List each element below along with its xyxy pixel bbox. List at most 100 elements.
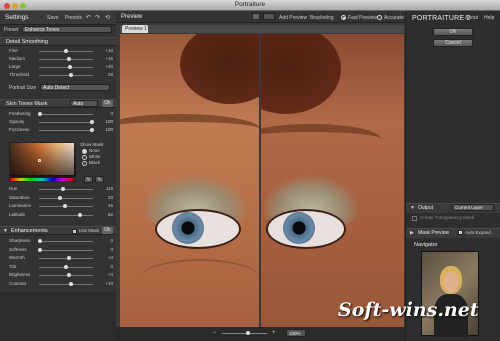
slider-track[interactable]	[39, 130, 93, 131]
slider-knob[interactable]	[69, 73, 74, 77]
slider-value[interactable]: +4	[95, 272, 113, 277]
slider-value[interactable]: +16	[95, 56, 113, 61]
slider-value[interactable]: +20	[95, 64, 113, 69]
slider-track[interactable]	[39, 214, 93, 216]
zoom-slider-track[interactable]	[222, 333, 267, 334]
picker-marker-icon[interactable]	[38, 159, 41, 162]
reset-icon[interactable]: ⟲	[105, 14, 110, 21]
slider-knob[interactable]	[89, 120, 94, 124]
presets-button[interactable]: Presets	[65, 15, 82, 21]
slider-knob[interactable]	[66, 256, 71, 260]
slider-value[interactable]: 82	[95, 212, 113, 217]
before-image[interactable]	[120, 34, 259, 327]
redo-icon[interactable]: ↷	[95, 14, 100, 21]
mask-mode-value: Auto	[73, 101, 84, 107]
tab-preview-1[interactable]: Preview 1	[122, 25, 148, 33]
slider-value[interactable]: 119	[95, 186, 113, 191]
slider-track[interactable]	[39, 59, 93, 60]
single-view-icon[interactable]	[252, 13, 260, 20]
slider-value[interactable]: +10	[95, 48, 113, 53]
slider-value[interactable]: 0	[95, 238, 113, 243]
slider-value[interactable]: 28	[95, 72, 113, 77]
bracketing-button[interactable]: Bracketing	[310, 15, 334, 21]
slider-knob[interactable]	[89, 128, 94, 132]
slider-knob[interactable]	[62, 204, 67, 208]
slider-knob[interactable]	[64, 264, 68, 269]
slider-row-contrast: Contrast +10	[9, 281, 113, 288]
slider-knob[interactable]	[68, 65, 73, 69]
slider-knob[interactable]	[69, 281, 74, 286]
ok-button[interactable]: OK	[433, 28, 473, 36]
auto-expand-checkbox[interactable]: ✓	[458, 230, 463, 235]
fast-preview-radio[interactable]	[341, 15, 346, 20]
use-mask-checkbox[interactable]: ✓	[72, 229, 77, 234]
slider-value[interactable]: 0	[95, 247, 113, 252]
show-mask-radio-none[interactable]	[82, 149, 87, 154]
slider-track[interactable]	[39, 283, 93, 285]
hue-bar[interactable]	[9, 177, 75, 182]
eyedropper-icon[interactable]: ✎	[95, 176, 104, 183]
slider-knob[interactable]	[38, 112, 43, 116]
slider-label: Medium	[9, 56, 26, 61]
slider-value[interactable]: +10	[95, 281, 113, 286]
skin-mask-ok-button[interactable]: Ok	[102, 100, 113, 107]
help-button[interactable]: Help	[484, 15, 494, 21]
slider-track[interactable]	[39, 75, 93, 76]
eyedropper-add-icon[interactable]: ✎	[84, 176, 93, 183]
slider-track[interactable]	[39, 197, 93, 199]
slider-track[interactable]	[39, 249, 93, 251]
mask-preview-label: Mask Preview	[418, 230, 450, 236]
slider-knob[interactable]	[57, 195, 62, 200]
output-toggle-icon[interactable]: ▼	[410, 205, 415, 211]
mask-mode-select[interactable]: Auto	[70, 100, 98, 107]
preset-select[interactable]: Enhance Tones	[22, 26, 112, 33]
add-preview-button[interactable]: Add Preview	[279, 15, 307, 21]
slider-knob[interactable]	[61, 187, 66, 191]
zoom-select[interactable]: 100%	[286, 329, 306, 337]
mask-preview-toggle-icon[interactable]: ▶	[410, 230, 414, 236]
output-label: Output	[418, 205, 434, 211]
undo-icon[interactable]: ↶	[86, 14, 91, 21]
zoom-out-icon[interactable]: −	[213, 330, 217, 336]
zoom-slider-knob[interactable]	[246, 331, 250, 335]
slider-label: Tint	[9, 263, 17, 269]
slider-value[interactable]: 0	[95, 111, 113, 116]
output-select[interactable]: Current Layer	[452, 204, 494, 211]
portrait-size-select[interactable]: Auto Detect	[40, 84, 110, 91]
slider-knob[interactable]	[38, 239, 43, 243]
cancel-button[interactable]: Cancel	[433, 39, 473, 47]
enhancements-toggle-icon[interactable]: ▼	[3, 228, 8, 234]
eyebrow-shape	[120, 114, 259, 144]
save-button[interactable]: Save	[47, 15, 58, 21]
slider-track[interactable]	[39, 275, 93, 276]
hair-shape	[261, 34, 341, 114]
slider-knob[interactable]	[77, 212, 82, 217]
slider-track[interactable]	[39, 241, 93, 242]
slider-track[interactable]	[39, 258, 93, 259]
slider-value[interactable]: 33	[95, 195, 113, 200]
navigator-thumbnail[interactable]	[421, 251, 479, 337]
split-view-icon[interactable]	[263, 13, 275, 20]
slider-track[interactable]	[39, 189, 93, 190]
about-button[interactable]: About	[465, 15, 478, 21]
slider-value[interactable]: 0	[95, 264, 113, 269]
slider-knob[interactable]	[66, 57, 71, 61]
slider-knob[interactable]	[64, 49, 68, 53]
slider-knob[interactable]	[66, 273, 71, 277]
accurate-radio[interactable]	[377, 15, 382, 20]
slider-value[interactable]: 100	[95, 127, 113, 132]
slider-track[interactable]	[39, 67, 93, 68]
slider-value[interactable]: 100	[95, 119, 113, 124]
show-mask-radio-black[interactable]	[82, 161, 87, 166]
create-transparency-checkbox[interactable]	[412, 216, 417, 221]
after-image[interactable]	[261, 34, 404, 327]
zoom-in-icon[interactable]: +	[272, 330, 276, 336]
slider-track[interactable]	[39, 122, 93, 123]
show-mask-radio-white[interactable]	[82, 155, 87, 160]
slider-track[interactable]	[39, 114, 93, 115]
skin-color-picker[interactable]	[9, 142, 76, 177]
enhancements-ok-button[interactable]: Ok	[102, 227, 113, 234]
slider-value[interactable]: +4	[95, 255, 113, 260]
slider-value[interactable]: 45	[95, 203, 113, 208]
slider-knob[interactable]	[38, 247, 43, 252]
